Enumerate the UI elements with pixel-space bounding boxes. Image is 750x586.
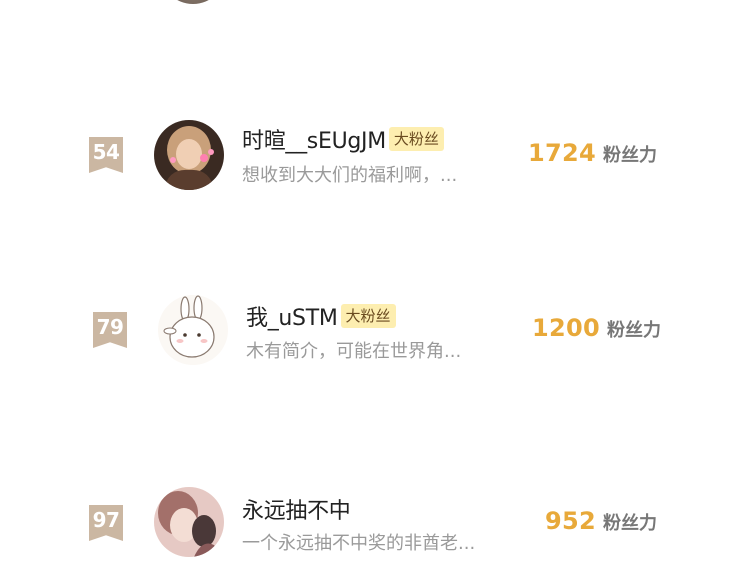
fan-ranking-page: 54 时暄__sEUgJM 大粉丝 想收到大大们的福利啊，... 1724 粉丝… — [0, 0, 750, 586]
nickname[interactable]: 时暄__sEUgJM — [242, 123, 386, 155]
rank-badge: 54 — [89, 137, 123, 173]
avatar[interactable] — [160, 0, 226, 4]
user-bio: 木有简介，可能在世界角... — [246, 341, 462, 362]
fan-power-score: 1724 粉丝力 — [528, 139, 657, 167]
nickname[interactable]: 我_uSTM — [246, 300, 338, 332]
fan-power-score: 952 粉丝力 — [545, 507, 657, 535]
list-item[interactable]: 54 时暄__sEUgJM 大粉丝 想收到大大们的福利啊，... 1724 粉丝… — [0, 115, 750, 195]
score-value: 1200 — [532, 314, 600, 342]
avatar[interactable] — [154, 120, 224, 190]
list-item[interactable]: 97 永远抽不中 一个永远抽不中奖的非酋老... 952 粉丝力 — [0, 485, 750, 565]
avatar-image — [154, 487, 224, 557]
score-unit: 粉丝力 — [607, 320, 661, 341]
fan-power-score: 1200 粉丝力 — [532, 314, 661, 342]
nickname[interactable]: 永远抽不中 — [242, 493, 351, 525]
list-item[interactable]: 79 我_uSTM 大粉丝 木有简介，可能在世界角... 1200 粉丝力 — [0, 290, 750, 370]
avatar[interactable] — [154, 487, 224, 557]
score-unit: 粉丝力 — [603, 145, 657, 166]
score-unit: 粉丝力 — [603, 513, 657, 534]
rank-badge: 79 — [93, 312, 127, 348]
user-bio: 想收到大大们的福利啊，... — [242, 165, 458, 186]
fan-level-badge: 大粉丝 — [340, 304, 396, 328]
score-value: 952 — [545, 507, 596, 535]
user-bio: 一个永远抽不中奖的非酋老... — [242, 533, 476, 554]
avatar[interactable] — [158, 295, 228, 365]
score-value: 1724 — [528, 139, 596, 167]
rank-badge: 97 — [89, 505, 123, 541]
avatar-image — [154, 120, 224, 190]
fan-level-badge: 大粉丝 — [388, 127, 444, 151]
avatar-image — [158, 295, 228, 365]
